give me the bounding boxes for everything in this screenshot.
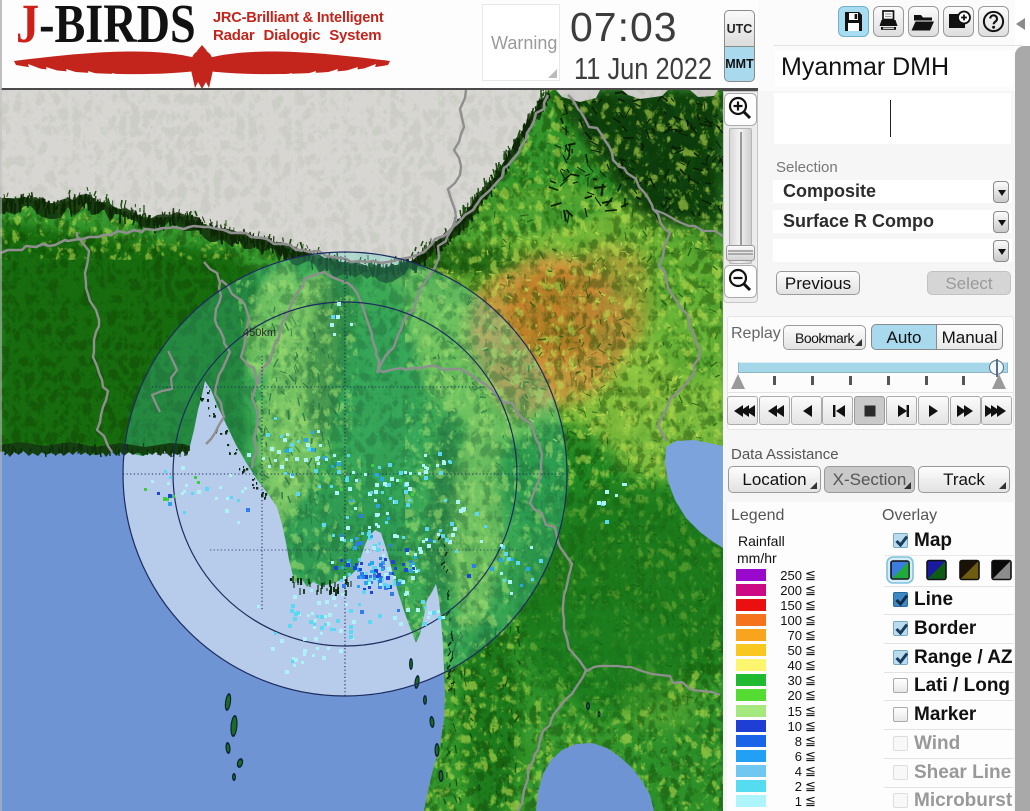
svg-text:450km: 450km — [243, 327, 276, 339]
